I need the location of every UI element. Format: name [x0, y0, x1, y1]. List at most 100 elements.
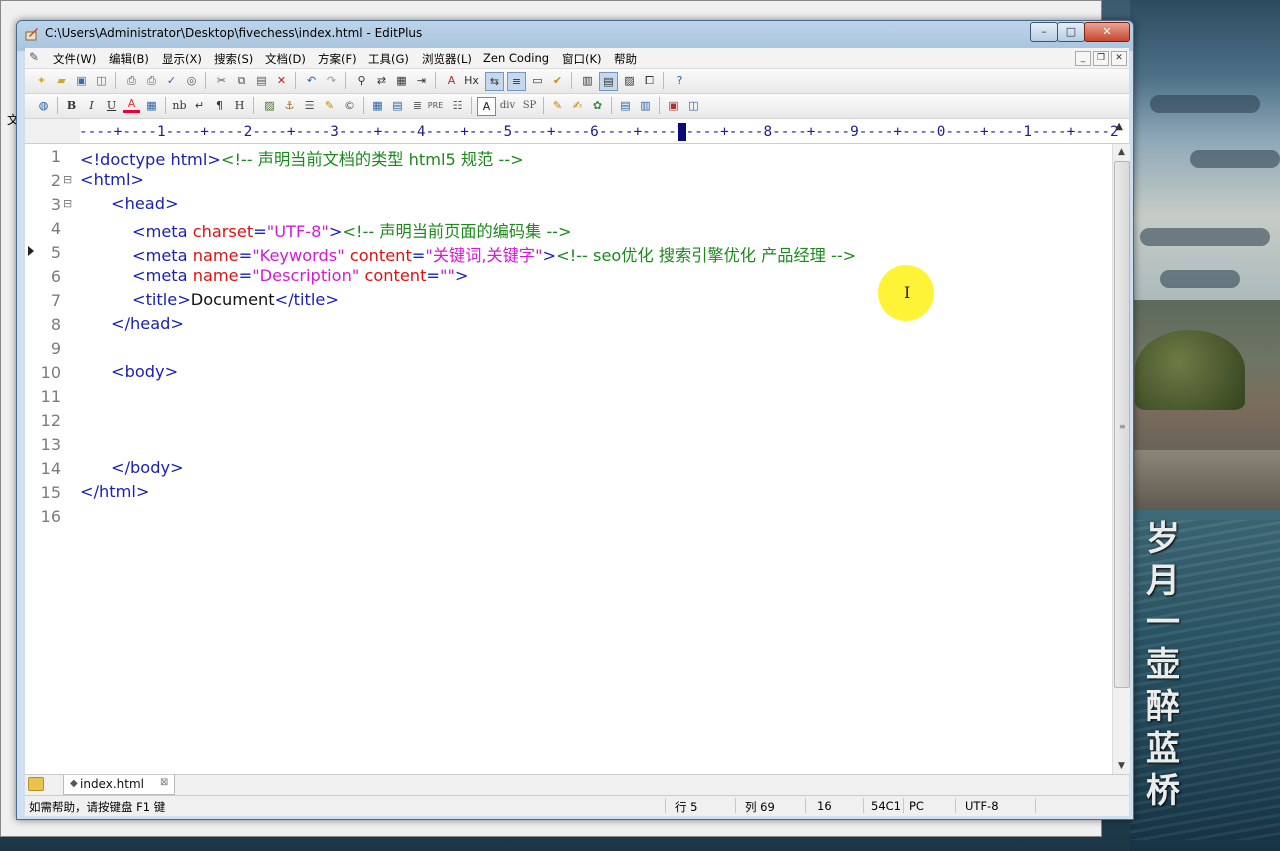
document-tab[interactable]: ◆ index.html ⊠	[63, 775, 175, 795]
find-icon[interactable]: ⚲	[353, 72, 370, 89]
menu-tools[interactable]: 工具(G)	[368, 51, 409, 67]
maximize-button[interactable]: □	[1057, 22, 1085, 42]
bold-button[interactable]: B	[63, 97, 80, 114]
code-line[interactable]: 9	[25, 336, 1112, 360]
hex-icon[interactable]: Hx	[463, 72, 480, 89]
line-break-button[interactable]: ↵	[191, 97, 208, 114]
preview-window-icon[interactable]: ◫	[685, 97, 702, 114]
script-icon[interactable]: ✎	[549, 97, 566, 114]
menu-document[interactable]: 文档(D)	[265, 51, 306, 67]
comment-icon[interactable]: ©	[341, 97, 358, 114]
code-line[interactable]: 16	[25, 504, 1112, 528]
delete-icon[interactable]: ✕	[273, 72, 290, 89]
code-text[interactable]: <!doctype html><!-- 声明当前文档的类型 html5 规范 -…	[80, 146, 524, 170]
doc-minimize-button[interactable]: _	[1075, 51, 1091, 66]
globe-icon[interactable]: ◍	[35, 97, 52, 114]
close-button[interactable]: ✕	[1084, 22, 1130, 42]
ruler-scroll-arrow-icon[interactable]: ▲	[1115, 121, 1123, 132]
menu-project[interactable]: 方案(F)	[318, 51, 357, 67]
span-button[interactable]: SP	[521, 97, 538, 114]
code-text[interactable]: <head>	[111, 194, 179, 213]
hr-button[interactable]: H	[231, 97, 248, 114]
spellcheck-icon[interactable]: ✓	[163, 72, 180, 89]
minimize-button[interactable]: –	[1030, 22, 1058, 42]
directory-window-icon[interactable]: ▥	[579, 72, 596, 89]
replace-icon[interactable]: ⇄	[373, 72, 390, 89]
save-icon[interactable]: ▣	[73, 72, 90, 89]
code-line[interactable]: 10 <body>	[25, 360, 1112, 384]
hr-line-icon[interactable]: ☰	[301, 97, 318, 114]
check-icon[interactable]: ✔	[549, 72, 566, 89]
scroll-down-arrow-icon[interactable]: ▼	[1113, 758, 1130, 774]
code-text[interactable]: <body>	[111, 362, 178, 381]
code-line[interactable]: 7 <title>Document</title>	[25, 288, 1112, 312]
code-line[interactable]: 2 ⊟ <html>	[25, 168, 1112, 192]
code-text[interactable]: </html>	[80, 482, 149, 501]
fold-collapse-icon[interactable]: ⊟	[63, 197, 72, 210]
fold-collapse-icon[interactable]: ⊟	[63, 173, 72, 186]
new-file-icon[interactable]: ✦	[33, 72, 50, 89]
word-wrap-icon[interactable]: ⇆	[485, 72, 504, 91]
code-line[interactable]: 8 </head>	[25, 312, 1112, 336]
code-text[interactable]: </head>	[111, 314, 184, 333]
code-line[interactable]: 6 <meta name="Description" content="">	[25, 264, 1112, 288]
color-palette-icon[interactable]: ▦	[143, 97, 160, 114]
form-icon[interactable]: ▤	[389, 97, 406, 114]
code-line[interactable]: 14 </body>	[25, 456, 1112, 480]
color-picker-icon[interactable]: ✿	[589, 97, 606, 114]
pre-button[interactable]: PRE	[427, 97, 444, 114]
code-line-current[interactable]: 5 <meta name="Keywords" content="关键词,关键字…	[25, 240, 1112, 266]
underline-button[interactable]: U	[103, 97, 120, 114]
css-icon[interactable]: ✍	[569, 97, 586, 114]
line-number-icon[interactable]: ≡	[507, 72, 526, 91]
code-line[interactable]: 4 <meta charset="UTF-8"><!-- 声明当前页面的编码集 …	[25, 216, 1112, 242]
code-text[interactable]: <html>	[80, 170, 144, 189]
menu-file[interactable]: 文件(W)	[53, 51, 96, 67]
list-icon[interactable]: ☷	[449, 97, 466, 114]
scrollbar-thumb[interactable]: ≡	[1114, 161, 1130, 688]
nbsp-button[interactable]: nb	[171, 97, 188, 114]
code-text[interactable]: <title>Document</title>	[132, 290, 339, 309]
print-icon[interactable]: ⎙	[143, 72, 160, 89]
font-color-button[interactable]: A	[123, 97, 140, 113]
open-folder-icon[interactable]: ▰	[53, 72, 70, 89]
font-tag-icon[interactable]: A	[477, 97, 496, 116]
frame-icon[interactable]: ▤	[617, 97, 634, 114]
code-text[interactable]: </body>	[111, 458, 184, 477]
print-preview-icon[interactable]: ⎙	[123, 72, 140, 89]
menu-view[interactable]: 显示(X)	[162, 51, 202, 67]
paragraph-button[interactable]: ¶	[211, 97, 228, 114]
cut-icon[interactable]: ✂	[213, 72, 230, 89]
help-pointer-icon[interactable]: ?	[671, 72, 688, 89]
italic-button[interactable]: I	[83, 97, 100, 114]
output-window-icon[interactable]: ▤	[599, 72, 618, 91]
find-in-files-icon[interactable]: ▦	[393, 72, 410, 89]
split-window-icon[interactable]: ▥	[637, 97, 654, 114]
code-text[interactable]: <meta name="Keywords" content="关键词,关键字">…	[132, 242, 856, 266]
paste-icon[interactable]: ▤	[253, 72, 270, 89]
doc-close-button[interactable]: ✕	[1111, 51, 1127, 66]
image-icon[interactable]: ▨	[261, 97, 278, 114]
folder-icon[interactable]	[28, 777, 44, 791]
fullscreen-icon[interactable]: ⧠	[641, 72, 658, 89]
undo-icon[interactable]: ↶	[303, 72, 320, 89]
scroll-up-arrow-icon[interactable]: ▲	[1113, 144, 1130, 160]
editplus-window[interactable]: C:\Users\Administrator\Desktop\fivechess…	[16, 20, 1134, 820]
code-line[interactable]: 15 </html>	[25, 480, 1112, 504]
code-line[interactable]: 1 <!doctype html><!-- 声明当前文档的类型 html5 规范…	[25, 144, 1112, 170]
menu-window[interactable]: 窗口(K)	[562, 51, 602, 67]
goto-line-icon[interactable]: ⇥	[413, 72, 430, 89]
align-center-icon[interactable]: ≣	[409, 97, 426, 114]
code-editor[interactable]: 1 <!doctype html><!-- 声明当前文档的类型 html5 规范…	[25, 144, 1112, 774]
code-text[interactable]: <meta charset="UTF-8"><!-- 声明当前页面的编码集 --…	[132, 218, 572, 242]
menu-help[interactable]: 帮助	[614, 51, 637, 67]
code-text[interactable]: <meta name="Description" content="">	[132, 266, 468, 285]
menu-browser[interactable]: 浏览器(L)	[422, 51, 472, 67]
browser-preview-icon[interactable]: ◎	[183, 72, 200, 89]
vertical-scrollbar[interactable]: ▲ ≡ ▼	[1112, 144, 1130, 774]
ruler-toggle-icon[interactable]: ▭	[529, 72, 546, 89]
menu-zen-coding[interactable]: Zen Coding	[483, 51, 549, 65]
code-line[interactable]: 11	[25, 384, 1112, 408]
code-line[interactable]: 12	[25, 408, 1112, 432]
cliptext-icon[interactable]: ▨	[621, 72, 638, 89]
